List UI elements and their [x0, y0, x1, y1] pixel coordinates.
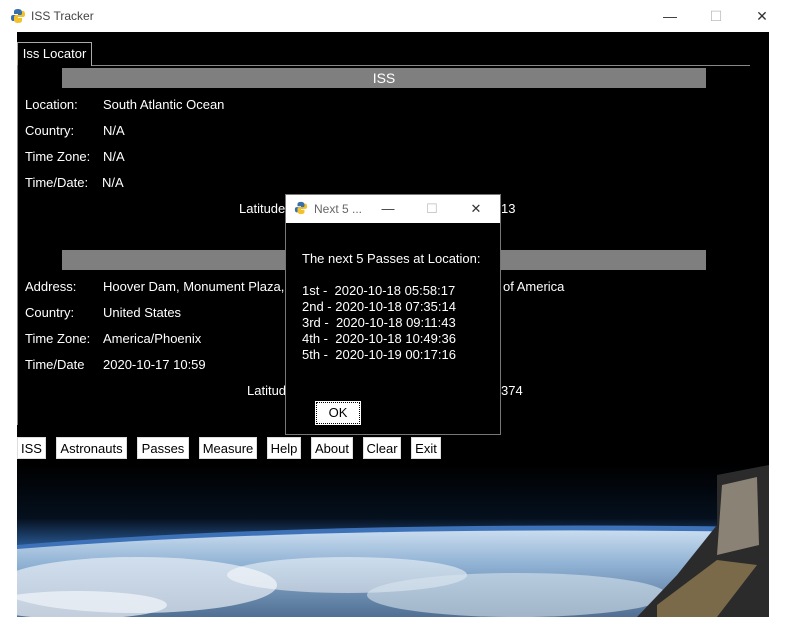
address-value-end: of America [503, 279, 565, 294]
pass-4: 4th - 2020-10-18 10:49:36 [302, 331, 456, 346]
astronauts-button[interactable]: Astronauts [56, 437, 127, 459]
iss-country-label: Country: [25, 123, 75, 138]
pass-5: 5th - 2020-10-19 00:17:16 [302, 347, 456, 362]
measure-button[interactable]: Measure [199, 437, 257, 459]
iss-timezone-value: N/A [103, 149, 125, 164]
iss-timedate-value: N/A [102, 175, 124, 190]
python-app-icon [10, 8, 26, 24]
next-passes-dialog: Next 5 ... — ☐ ✕ The next 5 Passes at Lo… [285, 194, 501, 435]
window-border-left [0, 32, 17, 625]
tab-frame-left [17, 65, 18, 425]
iss-latlon-right: 13 [501, 201, 516, 216]
iss-timezone-label: Time Zone: [25, 149, 91, 164]
timezone-value: America/Phoenix [103, 331, 202, 346]
close-button[interactable]: ✕ [739, 0, 785, 32]
python-dialog-icon [294, 201, 308, 215]
dialog-minimize-button[interactable]: — [366, 195, 410, 223]
country-label: Country: [25, 305, 75, 320]
about-button[interactable]: About [311, 437, 353, 459]
window-border-right [769, 32, 786, 625]
pass-1: 1st - 2020-10-18 05:58:17 [302, 283, 456, 298]
pass-2: 2nd - 2020-10-18 07:35:14 [302, 299, 456, 314]
window-border-bottom [0, 617, 786, 625]
tab-divider [92, 65, 750, 66]
ok-button[interactable]: OK [316, 402, 360, 424]
iss-timedate-label: Time/Date: [25, 175, 89, 190]
help-button[interactable]: Help [267, 437, 301, 459]
country-value: United States [103, 305, 182, 320]
latlon-right: 374 [501, 383, 523, 398]
timedate-value: 2020-10-17 10:59 [103, 357, 206, 372]
window-title: ISS Tracker [31, 9, 94, 23]
dialog-title: Next 5 ... [314, 202, 363, 216]
pass-3: 3rd - 2020-10-18 09:11:43 [302, 315, 456, 330]
dialog-close-button[interactable]: ✕ [454, 195, 498, 223]
dialog-maximize-button[interactable]: ☐ [410, 195, 454, 223]
timedate-label: Time/Date [25, 357, 85, 372]
iss-latlon-left: Latitude [239, 201, 286, 216]
iss-country-value: N/A [103, 123, 125, 138]
clear-button[interactable]: Clear [363, 437, 401, 459]
iss-button[interactable]: ISS [17, 437, 46, 459]
location-label: Location: [25, 97, 78, 112]
maximize-button[interactable]: ☐ [693, 0, 739, 32]
address-value: Hoover Dam, Monument Plaza, [103, 279, 285, 294]
dialog-heading: The next 5 Passes at Location: [302, 251, 481, 266]
minimize-button[interactable]: — [647, 0, 693, 32]
iss-header-bar: ISS [62, 68, 706, 88]
timezone-label: Time Zone: [25, 331, 91, 346]
exit-button[interactable]: Exit [411, 437, 441, 459]
address-label: Address: [25, 279, 77, 294]
passes-button[interactable]: Passes [137, 437, 189, 459]
earth-view-image [17, 465, 769, 617]
tab-iss-locator[interactable]: Iss Locator [17, 42, 92, 66]
location-value: South Atlantic Ocean [103, 97, 225, 112]
